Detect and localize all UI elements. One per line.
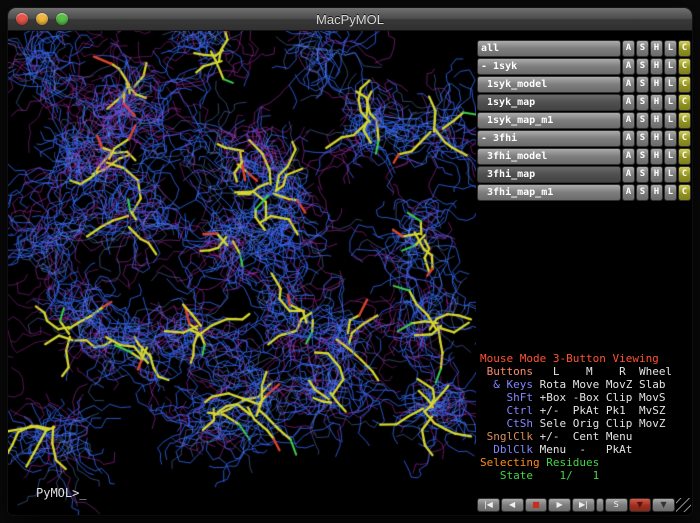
object-list: allASHLC- 1sykASHLC 1syk_modelASHLC 1syk… — [477, 31, 691, 202]
close-button[interactable] — [16, 13, 28, 25]
object-h-menu-button[interactable]: H — [650, 40, 663, 57]
object-h-menu-button[interactable]: H — [650, 76, 663, 93]
object-name-button[interactable]: 1syk_map — [477, 94, 621, 111]
object-row: 1syk_modelASHLC — [477, 76, 691, 93]
object-s-menu-button[interactable]: S — [636, 40, 649, 57]
object-a-menu-button[interactable]: A — [622, 148, 635, 165]
object-c-menu-button[interactable]: C — [678, 112, 691, 129]
traffic-lights — [16, 13, 68, 25]
mouse-panel-line: & Keys Rota Move MovZ Slab — [480, 378, 691, 391]
object-row: 1syk_mapASHLC — [477, 94, 691, 111]
window-content: PyMOL>_ allASHLC- 1sykASHLC 1syk_modelAS… — [8, 31, 692, 515]
object-a-menu-button[interactable]: A — [622, 58, 635, 75]
object-s-menu-button[interactable]: S — [636, 130, 649, 147]
object-c-menu-button[interactable]: C — [678, 94, 691, 111]
object-name-button[interactable]: 3fhi_model — [477, 148, 621, 165]
mouse-panel-line: SnglClk +/- Cent Menu — [480, 430, 691, 443]
object-a-menu-button[interactable]: A — [622, 40, 635, 57]
molecule-canvas[interactable] — [8, 31, 476, 515]
stop-button[interactable]: ■ — [525, 498, 548, 512]
zoom-button[interactable] — [56, 13, 68, 25]
object-c-menu-button[interactable]: C — [678, 166, 691, 183]
object-h-menu-button[interactable]: H — [650, 166, 663, 183]
mouse-mode-panel: Mouse Mode 3-Button Viewing Buttons L M … — [477, 352, 691, 482]
object-l-menu-button[interactable]: L — [664, 184, 677, 201]
object-a-menu-button[interactable]: A — [622, 166, 635, 183]
mouse-panel-line: Ctrl +/- PkAt Pk1 MvSZ — [480, 404, 691, 417]
object-name-button[interactable]: - 1syk — [477, 58, 621, 75]
object-h-menu-button[interactable]: H — [650, 148, 663, 165]
object-c-menu-button[interactable]: C — [678, 148, 691, 165]
object-name-button[interactable]: - 3fhi — [477, 130, 621, 147]
movie-menu-button[interactable]: ▼ — [629, 498, 652, 512]
object-a-menu-button[interactable]: A — [622, 94, 635, 111]
molecule-viewport[interactable]: PyMOL>_ — [8, 31, 476, 515]
object-h-menu-button[interactable]: H — [650, 58, 663, 75]
object-row: - 3fhiASHLC — [477, 130, 691, 147]
vcr-controls: |◀◀■▶▶|S▼▼ — [477, 498, 691, 512]
object-name-button[interactable]: 1syk_model — [477, 76, 621, 93]
mouse-panel-line: DblClk Menu - PkAt — [480, 443, 691, 456]
object-l-menu-button[interactable]: L — [664, 94, 677, 111]
resize-grip[interactable] — [676, 498, 691, 512]
object-h-menu-button[interactable]: H — [650, 94, 663, 111]
internal-gui-panel: allASHLC- 1sykASHLC 1syk_modelASHLC 1syk… — [476, 31, 692, 515]
object-l-menu-button[interactable]: L — [664, 76, 677, 93]
step-back-button[interactable]: ◀ — [501, 498, 524, 512]
scene-button[interactable]: S — [605, 498, 628, 512]
object-name-button[interactable]: 3fhi_map_m1 — [477, 184, 621, 201]
object-a-menu-button[interactable]: A — [622, 76, 635, 93]
object-row: allASHLC — [477, 40, 691, 57]
go-to-start-button[interactable]: |◀ — [477, 498, 500, 512]
go-to-end-button[interactable]: ▶| — [572, 498, 595, 512]
object-s-menu-button[interactable]: S — [636, 94, 649, 111]
macpymol-window: MacPyMOL PyMOL>_ allASHLC- 1sykASHLC 1sy… — [8, 8, 692, 515]
play-button[interactable]: ▶ — [548, 498, 571, 512]
mouse-panel-line: Buttons L M R Wheel — [480, 365, 691, 378]
mouse-panel-line: ShFt +Box -Box Clip MovS — [480, 391, 691, 404]
object-a-menu-button[interactable]: A — [622, 112, 635, 129]
mouse-panel-line: Selecting Residues — [480, 456, 691, 469]
mouse-panel-line: State 1/ 1 — [480, 469, 691, 482]
object-s-menu-button[interactable]: S — [636, 184, 649, 201]
object-s-menu-button[interactable]: S — [636, 76, 649, 93]
object-h-menu-button[interactable]: H — [650, 184, 663, 201]
command-prompt[interactable]: PyMOL>_ — [36, 486, 87, 500]
object-row: 3fhi_map_m1ASHLC — [477, 184, 691, 201]
object-name-button[interactable]: 3fhi_map — [477, 166, 621, 183]
object-row: 1syk_map_m1ASHLC — [477, 112, 691, 129]
object-c-menu-button[interactable]: C — [678, 58, 691, 75]
object-row: 3fhi_modelASHLC — [477, 148, 691, 165]
object-h-menu-button[interactable]: H — [650, 112, 663, 129]
divider-button[interactable] — [596, 498, 604, 512]
object-l-menu-button[interactable]: L — [664, 166, 677, 183]
object-s-menu-button[interactable]: S — [636, 58, 649, 75]
object-l-menu-button[interactable]: L — [664, 40, 677, 57]
object-c-menu-button[interactable]: C — [678, 76, 691, 93]
mouse-panel-line: Mouse Mode 3-Button Viewing — [480, 352, 691, 365]
object-row: - 1sykASHLC — [477, 58, 691, 75]
object-name-button[interactable]: all — [477, 40, 621, 57]
object-c-menu-button[interactable]: C — [678, 184, 691, 201]
mouse-panel-line: CtSh Sele Orig Clip MovZ — [480, 417, 691, 430]
object-l-menu-button[interactable]: L — [664, 58, 677, 75]
object-s-menu-button[interactable]: S — [636, 112, 649, 129]
object-c-menu-button[interactable]: C — [678, 130, 691, 147]
window-title: MacPyMOL — [8, 12, 692, 27]
object-row: 3fhi_mapASHLC — [477, 166, 691, 183]
object-a-menu-button[interactable]: A — [622, 184, 635, 201]
panel-menu-button[interactable]: ▼ — [652, 498, 675, 512]
object-l-menu-button[interactable]: L — [664, 130, 677, 147]
object-h-menu-button[interactable]: H — [650, 130, 663, 147]
minimize-button[interactable] — [36, 13, 48, 25]
object-s-menu-button[interactable]: S — [636, 166, 649, 183]
object-c-menu-button[interactable]: C — [678, 40, 691, 57]
object-name-button[interactable]: 1syk_map_m1 — [477, 112, 621, 129]
object-s-menu-button[interactable]: S — [636, 148, 649, 165]
titlebar[interactable]: MacPyMOL — [8, 8, 692, 31]
object-a-menu-button[interactable]: A — [622, 130, 635, 147]
object-l-menu-button[interactable]: L — [664, 148, 677, 165]
object-l-menu-button[interactable]: L — [664, 112, 677, 129]
